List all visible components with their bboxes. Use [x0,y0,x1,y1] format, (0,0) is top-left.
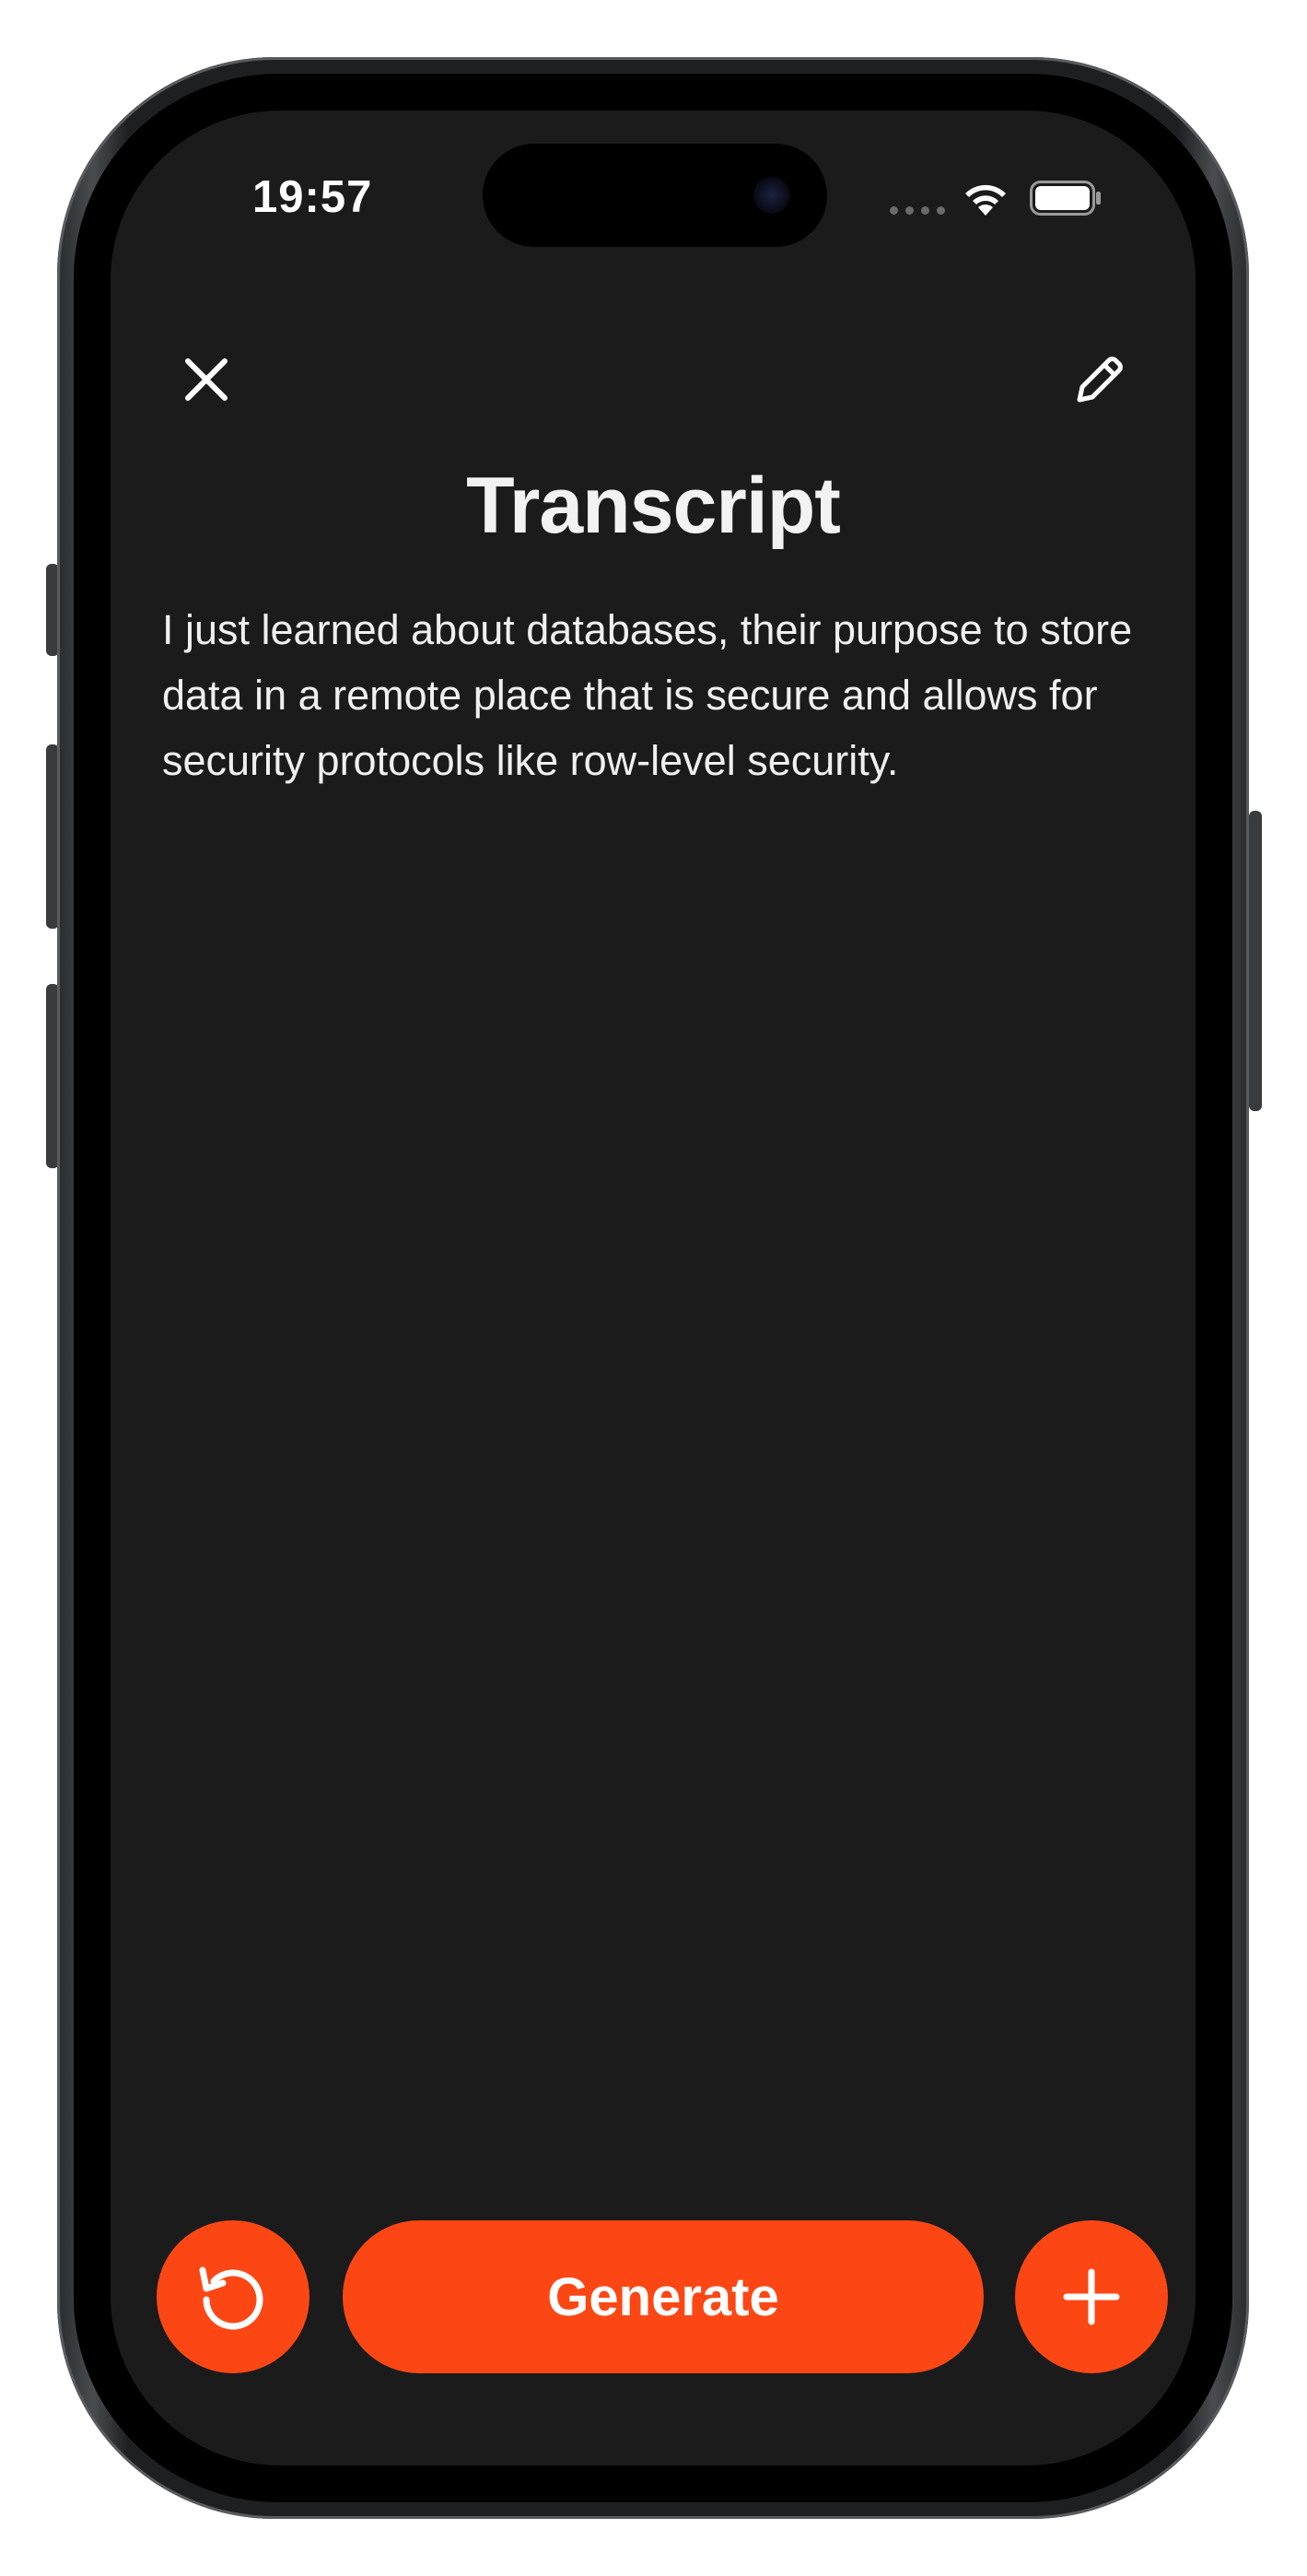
add-button[interactable] [1015,2220,1168,2373]
power-button [1249,811,1262,1111]
camera-lens [753,177,790,214]
close-icon [185,358,228,401]
device-mockup: 19:57 Transcript I just learned about da… [0,0,1307,2576]
app-screen: 19:57 Transcript I just learned about da… [111,111,1196,2465]
page-title: Transcript [466,462,841,550]
close-button[interactable] [168,341,245,418]
cellular-signal-icon [890,206,945,215]
dynamic-island [483,144,827,247]
pencil-icon [1077,357,1123,403]
battery-icon [1030,181,1101,216]
status-time: 19:57 [252,172,373,222]
transcript-text: I just learned about databases, their pu… [162,606,1133,784]
generate-button[interactable]: Generate [343,2220,984,2373]
reset-button[interactable] [157,2220,309,2373]
edit-button[interactable] [1061,341,1138,418]
rotate-ccw-icon [199,2266,263,2330]
wifi-icon [965,184,1006,216]
plus-icon [1063,2268,1120,2325]
